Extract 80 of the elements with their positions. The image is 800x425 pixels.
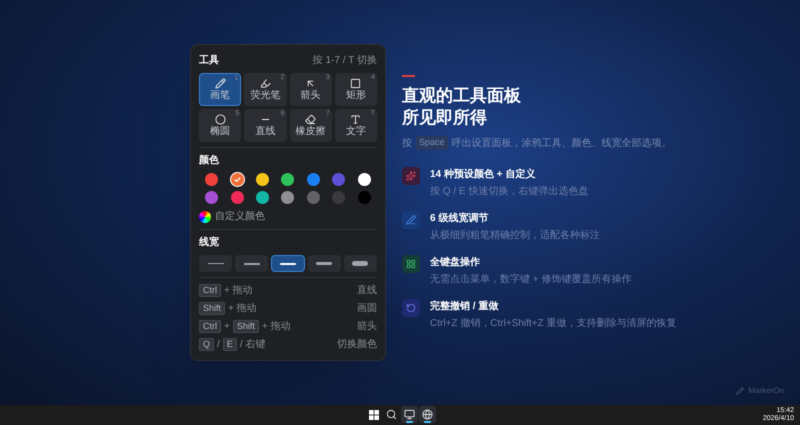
key-cap: E [222, 338, 237, 351]
key-cap: Q [199, 338, 214, 351]
line-width-option[interactable] [271, 255, 305, 272]
feature-title: 全键盘操作 [430, 256, 481, 270]
custom-color-button[interactable]: 自定义颜色 [199, 209, 377, 224]
shortcut-action: 切换颜色 [337, 338, 377, 352]
pen-icon [402, 210, 420, 228]
text-icon [350, 114, 362, 125]
feature-text: 从极细到粗笔精确控制，适配各种标注 [430, 228, 600, 242]
feature-text: 按 Q / E 快速切换，右键弹出选色盘 [430, 184, 588, 198]
windows-logo-icon [368, 410, 378, 420]
key-cap: Shift [199, 302, 226, 315]
feature-title: 6 级线宽调节 [430, 211, 490, 226]
shortcut-text: + 拖动 [262, 320, 290, 334]
color-wheel-icon [199, 210, 211, 222]
section-title: 颜色 [199, 154, 220, 168]
eraser-icon [305, 114, 316, 125]
line-sample [316, 262, 332, 265]
undo-icon [402, 298, 420, 316]
subtitle: 按 Space 呼出设置面板，涂鸦工具、颜色、线宽全部选项。 [402, 136, 673, 150]
hint-text: 按 1-7 / T 切换 [312, 54, 377, 68]
key-cap: Ctrl [199, 320, 221, 333]
brand-icon [736, 387, 744, 395]
line-width-option[interactable] [199, 255, 232, 272]
color-swatch[interactable] [205, 191, 218, 204]
feature-text: Ctrl+Z 撤销，Ctrl+Shift+Z 重做，支持删除与清屏的恢复 [430, 316, 676, 330]
line-width-option[interactable] [235, 255, 268, 272]
line-sample [244, 262, 260, 264]
globe-icon [422, 409, 433, 420]
color-swatch[interactable] [306, 191, 320, 204]
color-swatch[interactable] [256, 173, 270, 186]
color-swatch[interactable] [306, 173, 320, 186]
line-sample [352, 261, 368, 266]
line-sample [208, 263, 224, 264]
shortcut-text: / [217, 338, 220, 352]
arrow-icon [305, 78, 316, 89]
pencil-icon [214, 78, 226, 89]
line-width-option[interactable] [308, 255, 341, 272]
highlighter-icon [260, 78, 271, 89]
shortcut-text: / 右键 [240, 338, 266, 352]
shortcut-text: + 拖动 [228, 302, 257, 316]
shortcut-action: 箭头 [357, 320, 377, 334]
grid-icon [402, 254, 420, 272]
running-indicator [424, 421, 431, 423]
color-swatch[interactable] [358, 173, 371, 186]
shortcut-action: 画圆 [357, 302, 377, 316]
color-swatch[interactable] [230, 173, 244, 186]
line-width-option[interactable] [344, 255, 377, 272]
feature-text: 无需点击菜单，数字键 + 修饰键覆盖所有操作 [430, 272, 632, 286]
color-swatch[interactable] [332, 173, 346, 186]
feature-title: 完整撤销 / 重做 [430, 299, 500, 314]
color-swatch[interactable] [358, 191, 371, 204]
headline: 所见即所得 [402, 106, 488, 128]
key-cap: Ctrl [199, 284, 221, 297]
square-icon [350, 78, 362, 89]
color-swatch[interactable] [205, 173, 218, 186]
accent-bar [402, 74, 415, 76]
headline: 直观的工具面板 [402, 84, 522, 106]
section-title: 工具 [199, 54, 219, 68]
brand-name: MarkerOn [748, 385, 784, 397]
running-indicator [406, 421, 413, 423]
shortcut-action: 直线 [357, 284, 377, 298]
color-swatch[interactable] [281, 173, 294, 186]
check-icon [234, 176, 241, 183]
shortcut-text: + 拖动 [224, 284, 253, 298]
monitor-icon [404, 409, 415, 420]
shortcut-text: + [224, 320, 230, 334]
circle-icon [214, 114, 226, 125]
line-sample [280, 262, 296, 264]
search-icon [386, 409, 397, 420]
color-swatch[interactable] [230, 191, 244, 204]
color-swatch[interactable] [256, 191, 270, 204]
color-swatch[interactable] [281, 191, 294, 204]
taskbar-button[interactable] [419, 406, 436, 423]
color-swatch[interactable] [332, 191, 346, 204]
taskbar-button[interactable] [401, 406, 418, 423]
feature-title: 14 种预设颜色 + 自定义 [430, 167, 536, 182]
section-title: 线宽 [199, 235, 220, 250]
sparkle-icon [402, 166, 420, 184]
key-cap: Shift [232, 320, 259, 333]
